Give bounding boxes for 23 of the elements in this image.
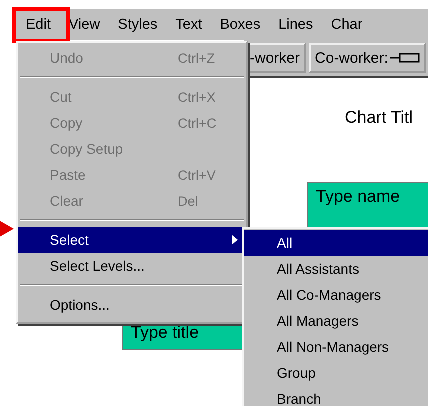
menu-bar-item[interactable]: Boxes (214, 16, 273, 32)
menu-item[interactable]: All Managers (244, 308, 428, 334)
menu-item[interactable]: All Non-Managers (244, 334, 428, 360)
submenu-arrow-icon (232, 235, 238, 245)
menu-item[interactable]: Select Levels... (18, 253, 246, 279)
menu-item[interactable]: All Co-Managers (244, 282, 428, 308)
menu-bar-item[interactable]: Char (325, 16, 375, 32)
menu-bar-item[interactable]: Text (170, 16, 214, 32)
menu-item[interactable]: Group (244, 360, 428, 386)
menu-item[interactable]: Options... (18, 292, 246, 318)
menu-item[interactable]: Branch (244, 386, 428, 406)
menu-bar-item[interactable]: Lines (272, 16, 326, 32)
box-text: Type title (131, 323, 200, 342)
pointer-arrow-icon (0, 221, 14, 237)
line-box-icon (390, 52, 420, 64)
toolbar-button[interactable]: Co-worker: (309, 43, 426, 73)
menu-item[interactable]: All Assistants (244, 256, 428, 282)
menu-item[interactable]: All (244, 230, 428, 256)
box-text: Type name (316, 187, 400, 206)
menu-bar-item[interactable]: Styles (112, 16, 170, 32)
menu-bar-item[interactable]: View (63, 16, 112, 32)
chart-title: Chart Titl (345, 108, 414, 128)
menu-bar-item[interactable]: Edit (20, 16, 63, 32)
